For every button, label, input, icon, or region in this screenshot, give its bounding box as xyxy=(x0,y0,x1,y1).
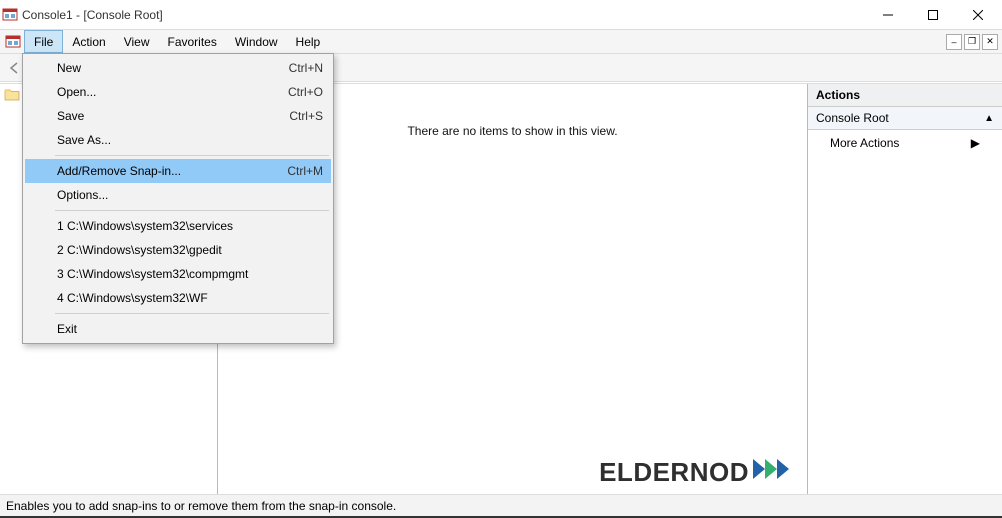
minimize-button[interactable] xyxy=(865,0,910,30)
file-new[interactable]: New Ctrl+N xyxy=(25,56,331,80)
brand-logo: ELDERNOD xyxy=(599,455,797,490)
back-button[interactable] xyxy=(4,58,24,78)
brand-name: ELDERNOD xyxy=(599,457,749,488)
menu-separator xyxy=(55,313,329,314)
menu-separator xyxy=(55,155,329,156)
empty-text: There are no items to show in this view. xyxy=(407,124,617,138)
menu-window-label: Window xyxy=(235,35,278,49)
folder-icon xyxy=(4,87,20,104)
actions-section-label: Console Root xyxy=(816,111,889,125)
file-new-shortcut: Ctrl+N xyxy=(289,61,323,75)
menubar: File Action View Favorites Window Help –… xyxy=(0,30,1002,54)
mmc-icon xyxy=(2,7,18,23)
statusbar: Enables you to add snap-ins to or remove… xyxy=(0,494,1002,516)
child-restore-button[interactable]: ❐ xyxy=(964,34,980,50)
file-recent-2-label: 2 C:\Windows\system32\gpedit xyxy=(57,243,323,257)
file-options[interactable]: Options... xyxy=(25,183,331,207)
menu-file-label: File xyxy=(34,35,53,49)
file-new-label: New xyxy=(57,61,289,75)
child-window-controls: – ❐ ✕ xyxy=(946,34,1002,50)
file-recent-3[interactable]: 3 C:\Windows\system32\compmgmt xyxy=(25,262,331,286)
child-close-button[interactable]: ✕ xyxy=(982,34,998,50)
actions-section[interactable]: Console Root ▲ xyxy=(808,107,1002,130)
menu-action[interactable]: Action xyxy=(63,30,114,53)
file-recent-3-label: 3 C:\Windows\system32\compmgmt xyxy=(57,267,323,281)
actions-more[interactable]: More Actions ▶ xyxy=(808,130,1002,156)
chevron-right-icon: ▶ xyxy=(971,136,980,150)
status-text: Enables you to add snap-ins to or remove… xyxy=(6,499,396,513)
menu-separator xyxy=(55,210,329,211)
file-open[interactable]: Open... Ctrl+O xyxy=(25,80,331,104)
mmc-menu-icon xyxy=(4,33,22,51)
more-actions-label: More Actions xyxy=(830,136,899,150)
file-save[interactable]: Save Ctrl+S xyxy=(25,104,331,128)
menu-help-label: Help xyxy=(296,35,321,49)
menu-view[interactable]: View xyxy=(115,30,159,53)
file-recent-4[interactable]: 4 C:\Windows\system32\WF xyxy=(25,286,331,310)
file-menu-dropdown: New Ctrl+N Open... Ctrl+O Save Ctrl+S Sa… xyxy=(22,53,334,344)
menu-action-label: Action xyxy=(72,35,105,49)
titlebar: Console1 - [Console Root] xyxy=(0,0,1002,30)
file-open-shortcut: Ctrl+O xyxy=(288,85,323,99)
file-options-label: Options... xyxy=(57,188,323,202)
maximize-button[interactable] xyxy=(910,0,955,30)
file-addremove-shortcut: Ctrl+M xyxy=(287,164,323,178)
menu-favorites-label: Favorites xyxy=(168,35,217,49)
child-minimize-button[interactable]: – xyxy=(946,34,962,50)
file-saveas-label: Save As... xyxy=(57,133,323,147)
file-recent-1-label: 1 C:\Windows\system32\services xyxy=(57,219,323,233)
file-recent-1[interactable]: 1 C:\Windows\system32\services xyxy=(25,214,331,238)
file-addremove-label: Add/Remove Snap-in... xyxy=(57,164,287,178)
brand-logo-icon xyxy=(751,455,797,490)
actions-pane: Actions Console Root ▲ More Actions ▶ xyxy=(807,84,1002,494)
file-addremove-snapin[interactable]: Add/Remove Snap-in... Ctrl+M xyxy=(25,159,331,183)
collapse-up-icon: ▲ xyxy=(984,113,994,124)
file-open-label: Open... xyxy=(57,85,288,99)
file-saveas[interactable]: Save As... xyxy=(25,128,331,152)
close-button[interactable] xyxy=(955,0,1000,30)
file-exit[interactable]: Exit xyxy=(25,317,331,341)
file-recent-4-label: 4 C:\Windows\system32\WF xyxy=(57,291,323,305)
file-exit-label: Exit xyxy=(57,322,323,336)
window-controls xyxy=(865,0,1000,30)
file-recent-2[interactable]: 2 C:\Windows\system32\gpedit xyxy=(25,238,331,262)
actions-header: Actions xyxy=(808,84,1002,107)
window-title: Console1 - [Console Root] xyxy=(22,8,163,22)
menu-favorites[interactable]: Favorites xyxy=(159,30,226,53)
file-save-label: Save xyxy=(57,109,289,123)
file-save-shortcut: Ctrl+S xyxy=(289,109,323,123)
menu-file[interactable]: File xyxy=(24,30,63,53)
menu-help[interactable]: Help xyxy=(287,30,330,53)
menu-window[interactable]: Window xyxy=(226,30,287,53)
menu-view-label: View xyxy=(124,35,150,49)
